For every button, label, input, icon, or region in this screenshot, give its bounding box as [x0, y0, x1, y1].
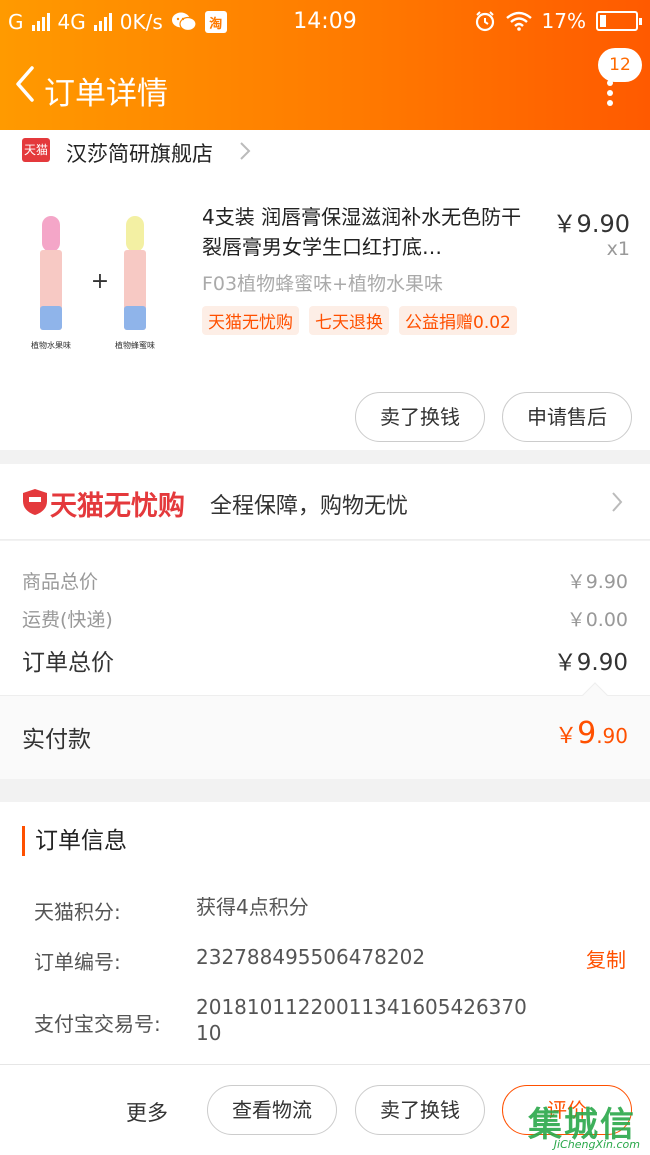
- wifi-icon: [505, 11, 532, 31]
- page-title: 订单详情: [44, 76, 168, 112]
- product-image-label-right: 植物蜂蜜味: [115, 340, 155, 350]
- tag-seven-day-return: 七天退换: [309, 306, 389, 335]
- section-title: 订单信息: [22, 826, 127, 856]
- product-image-label-left: 植物水果味: [31, 340, 71, 350]
- more-icon[interactable]: [600, 80, 620, 106]
- alipay-trade-value: 2018101122001134160542637010: [196, 995, 527, 1045]
- shipping-row: 运费(快递) ￥0.00: [22, 605, 628, 632]
- price-summary: 商品总价 ￥9.90 运费(快递) ￥0.00 订单总价 ￥9.90 实付款 ￥…: [0, 541, 650, 779]
- watermark: 集城信 JiChengXin.com: [528, 1097, 648, 1153]
- app-header: G 4G 0K/s 淘 14:09 17% 订单详情 12: [0, 0, 650, 130]
- points-label: 天猫积分:: [34, 900, 121, 924]
- product-sku: F03植物蜂蜜味+植物水果味: [202, 273, 444, 295]
- paid-decimal: .90: [596, 724, 628, 748]
- resell-button[interactable]: 卖了换钱: [355, 392, 485, 442]
- guarantee-brand: 天猫无忧购: [50, 491, 185, 522]
- watermark-url: JiChengXin.com: [553, 1138, 640, 1151]
- product-image-plus: +: [91, 269, 109, 294]
- shipping-label: 运费(快递): [22, 609, 113, 631]
- copy-button[interactable]: 复制: [586, 944, 626, 973]
- product-price: ￥9.90: [552, 210, 630, 238]
- tmall-logo: 天猫: [22, 138, 50, 162]
- guarantee-description: 全程保障，购物无忧: [210, 494, 409, 519]
- view-logistics-button[interactable]: 查看物流: [207, 1085, 337, 1135]
- paid-amount: ￥9.90: [555, 716, 628, 751]
- shield-icon: [23, 489, 47, 515]
- service-tags: 天猫无忧购 七天退换 公益捐赠0.02: [202, 306, 517, 335]
- order-total-value: ￥9.90: [553, 650, 628, 676]
- resell-bottom-button[interactable]: 卖了换钱: [355, 1085, 485, 1135]
- goods-total-value: ￥9.90: [566, 571, 628, 593]
- product-quantity: x1: [606, 238, 630, 260]
- order-total-row: 订单总价 ￥9.90: [22, 643, 628, 677]
- order-number-label: 订单编号:: [34, 950, 121, 974]
- alipay-trade-label: 支付宝交易号:: [34, 1012, 161, 1036]
- product-image[interactable]: + 植物水果味 植物蜂蜜味: [30, 210, 170, 360]
- product-title[interactable]: 4支装 润唇膏保湿滋润补水无色防干裂唇膏男女学生口红打底…: [202, 202, 532, 262]
- bottom-action-bar: 更多 查看物流 卖了换钱 评价 集城信 JiChengXin.com: [0, 1064, 650, 1155]
- battery-percent: 17%: [541, 9, 586, 33]
- goods-total-row: 商品总价 ￥9.90: [22, 567, 628, 594]
- message-count-badge[interactable]: 12: [598, 48, 642, 82]
- paid-label: 实付款: [22, 727, 91, 753]
- more-button[interactable]: 更多: [126, 1097, 168, 1127]
- caret-pointer: [582, 682, 608, 708]
- order-item-card: 天猫 汉莎简研旗舰店 + 植物水果味 植物蜂蜜味 4支装 润唇膏保湿滋润补水无色…: [0, 130, 650, 450]
- shop-row[interactable]: 天猫 汉莎简研旗舰店: [0, 130, 650, 174]
- paid-row: 实付款 ￥9.90: [0, 682, 650, 779]
- paid-currency: ￥: [555, 724, 578, 749]
- points-value: 获得4点积分: [196, 895, 309, 919]
- tag-charity: 公益捐赠0.02: [399, 306, 517, 335]
- status-right: 17%: [474, 9, 642, 33]
- chevron-right-icon: [612, 492, 623, 512]
- status-bar: G 4G 0K/s 淘 14:09 17%: [0, 0, 650, 44]
- order-info-section: 订单信息 天猫积分: 获得4点积分 订单编号: 2327884955064782…: [0, 802, 650, 1064]
- alarm-icon: [475, 11, 494, 32]
- after-sale-button[interactable]: 申请售后: [502, 392, 632, 442]
- tag-worry-free: 天猫无忧购: [202, 306, 299, 335]
- back-icon[interactable]: [10, 62, 40, 106]
- guarantee-row[interactable]: 天猫无忧购 全程保障，购物无忧: [0, 464, 650, 540]
- order-total-label: 订单总价: [22, 650, 114, 676]
- order-number-value: 232788495506478202: [196, 945, 426, 969]
- battery-icon: [596, 11, 642, 31]
- paid-integer: 9: [577, 716, 597, 751]
- goods-total-label: 商品总价: [22, 571, 99, 593]
- shop-name[interactable]: 汉莎简研旗舰店: [66, 138, 213, 168]
- shipping-value: ￥0.00: [566, 609, 628, 631]
- chevron-right-icon: [240, 142, 251, 160]
